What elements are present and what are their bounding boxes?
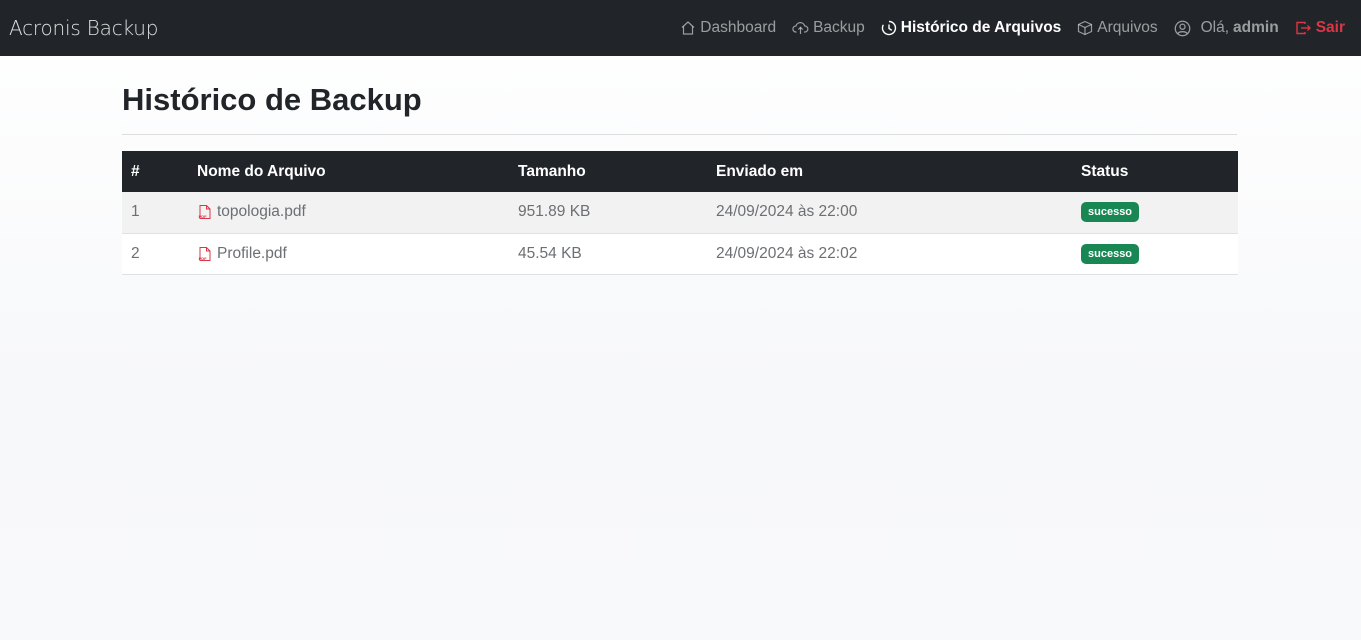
column-header-file: Nome do Arquivo xyxy=(197,162,326,180)
nav-item-label: Arquivos xyxy=(1097,19,1158,36)
file-pdf-icon: PDF xyxy=(199,205,211,220)
file-name-wrapper: PDF topologia.pdf xyxy=(197,203,500,221)
column-header-sent: Enviado em xyxy=(716,162,803,180)
table-header: # Nome do Arquivo Tamanho Enviado em Sta… xyxy=(122,151,1238,192)
box-icon xyxy=(1078,20,1093,36)
row-index: 1 xyxy=(131,203,140,221)
sent-at: 24/09/2024 às 22:02 xyxy=(716,244,858,262)
nav-item-backup[interactable]: Backup xyxy=(792,19,865,37)
column-header-status: Status xyxy=(1081,162,1129,180)
table-header-row: # Nome do Arquivo Tamanho Enviado em Sta… xyxy=(122,151,1238,192)
status-badge: sucesso xyxy=(1081,202,1140,223)
person-circle-icon xyxy=(1174,20,1190,36)
top-navbar: Acronis Backup Dashboard Backup Históric… xyxy=(0,0,1361,56)
file-pdf-icon: PDF xyxy=(199,246,211,261)
box-arrow-right-icon xyxy=(1295,21,1311,35)
nav-item-arquivos[interactable]: Arquivos xyxy=(1077,19,1158,37)
table-row: 1 PDF topologia.pdf 951.89 KB 24/09/2024… xyxy=(122,192,1238,233)
logout-link[interactable]: Sair xyxy=(1295,19,1345,37)
brand-link[interactable]: Acronis Backup xyxy=(9,16,158,40)
file-name-wrapper: PDF Profile.pdf xyxy=(197,245,500,263)
user-greeting: Olá, xyxy=(1200,19,1230,36)
file-size: 45.54 KB xyxy=(518,244,582,262)
nav-item-historico[interactable]: Histórico de Arquivos xyxy=(881,19,1061,37)
house-icon xyxy=(681,21,695,35)
table-row: 2 PDF Profile.pdf 45.54 KB 24/09/2024 às… xyxy=(122,233,1238,274)
svg-text:PDF: PDF xyxy=(199,256,208,261)
column-header-size: Tamanho xyxy=(518,162,586,180)
svg-text:PDF: PDF xyxy=(199,214,208,219)
nav-item-label: Backup xyxy=(813,19,865,36)
clock-history-icon xyxy=(881,20,896,36)
file-name: Profile.pdf xyxy=(217,244,287,262)
status-cell: sucesso xyxy=(1072,192,1238,233)
main-content: Histórico de Backup # Nome do Arquivo Ta… xyxy=(122,56,1238,275)
user-name: admin xyxy=(1233,19,1279,36)
file-cell: PDF Profile.pdf xyxy=(188,233,509,274)
cloud-upload-icon xyxy=(792,22,809,34)
divider xyxy=(122,134,1237,135)
file-size: 951.89 KB xyxy=(518,203,591,221)
nav-item-dashboard[interactable]: Dashboard xyxy=(680,19,776,37)
backup-history-table: # Nome do Arquivo Tamanho Enviado em Sta… xyxy=(122,151,1238,275)
status-badge: sucesso xyxy=(1081,243,1140,264)
file-cell: PDF topologia.pdf xyxy=(188,192,509,233)
nav-menu: Dashboard Backup Histórico de Arquivos A… xyxy=(664,0,1345,56)
row-index: 2 xyxy=(131,244,140,262)
nav-item-label: Histórico de Arquivos xyxy=(900,19,1062,36)
status-cell: sucesso xyxy=(1072,233,1238,274)
page-title: Histórico de Backup xyxy=(122,82,422,117)
file-name: topologia.pdf xyxy=(217,203,306,221)
user-menu[interactable]: Olá, admin xyxy=(1174,19,1279,37)
column-header-index: # xyxy=(131,162,140,180)
sent-at: 24/09/2024 às 22:00 xyxy=(716,203,858,221)
nav-item-label: Dashboard xyxy=(700,19,777,36)
logout-label: Sair xyxy=(1315,19,1345,36)
table-body: 1 PDF topologia.pdf 951.89 KB 24/09/2024… xyxy=(122,192,1238,274)
